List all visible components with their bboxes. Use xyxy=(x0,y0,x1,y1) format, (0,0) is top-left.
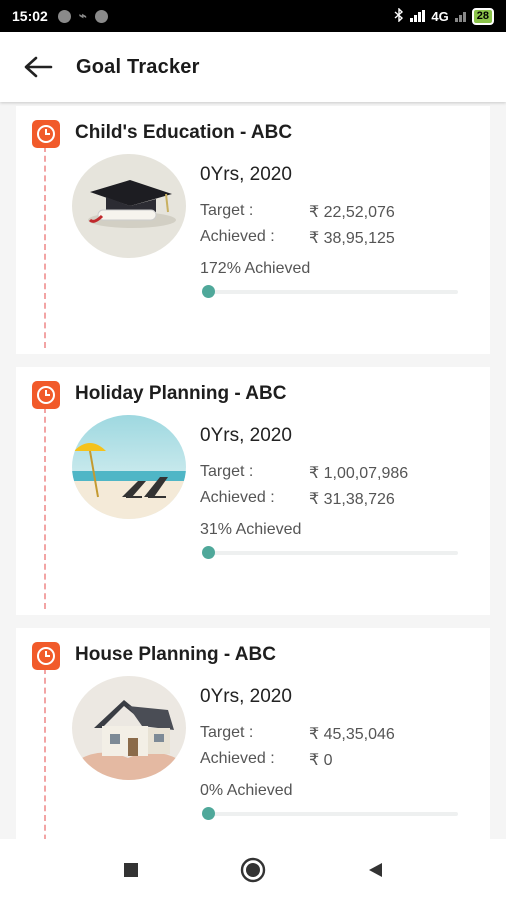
achieved-percent-text: 31% Achieved xyxy=(200,521,302,538)
home-circle-icon xyxy=(240,857,266,882)
target-label: Target : xyxy=(200,202,254,219)
achieved-label: Achieved : xyxy=(200,489,275,506)
recents-button[interactable] xyxy=(111,850,151,890)
progress-bar xyxy=(202,285,458,298)
app-bar: Goal Tracker xyxy=(0,32,506,102)
target-label: Target : xyxy=(200,724,254,741)
notification-dot-icon xyxy=(57,9,71,23)
goal-title: House Planning - ABC xyxy=(75,644,276,665)
house-image xyxy=(72,676,186,780)
signal-icon xyxy=(410,10,426,22)
goal-card[interactable]: Holiday Planning - ABC 0Yrs, 2020 Target… xyxy=(16,367,490,615)
timeline-line xyxy=(44,146,46,348)
achieved-value: ₹ 31,38,726 xyxy=(309,491,395,508)
clock-icon xyxy=(32,381,60,409)
back-button[interactable] xyxy=(18,47,58,87)
nav-back-button[interactable] xyxy=(355,850,395,890)
status-time: 15:02 xyxy=(12,8,48,24)
target-value: ₹ 45,35,046 xyxy=(309,726,395,743)
achieved-value: ₹ 38,95,125 xyxy=(309,230,395,247)
goal-year: 0Yrs, 2020 xyxy=(200,425,292,446)
recents-square-icon xyxy=(124,862,138,877)
achieved-label: Achieved : xyxy=(200,228,275,245)
achieved-value: ₹ 0 xyxy=(309,752,333,769)
achieved-percent-text: 172% Achieved xyxy=(200,260,311,277)
achieved-label: Achieved : xyxy=(200,750,275,767)
bluetooth-icon xyxy=(394,6,404,25)
progress-knob xyxy=(202,807,215,820)
network-type: 4G xyxy=(431,8,449,24)
home-button[interactable] xyxy=(233,850,273,890)
clock-icon xyxy=(32,642,60,670)
page-title: Goal Tracker xyxy=(76,55,200,78)
progress-knob xyxy=(202,285,215,298)
goal-title: Holiday Planning - ABC xyxy=(75,383,287,404)
signal-icon-2 xyxy=(454,10,466,22)
achieved-percent-text: 0% Achieved xyxy=(200,782,293,799)
back-triangle-icon xyxy=(369,862,382,877)
battery-icon: 28 xyxy=(471,7,494,25)
target-label: Target : xyxy=(200,463,254,480)
goal-card[interactable]: Child's Education - ABC 0Yrs, 2020 Targe… xyxy=(16,106,490,354)
goal-title: Child's Education - ABC xyxy=(75,122,293,143)
progress-bar xyxy=(202,807,458,820)
goal-card[interactable]: House Planning - ABC 0Yrs, 2020 Target :… xyxy=(16,628,490,839)
timeline-line xyxy=(44,407,46,609)
timeline-line xyxy=(44,668,46,839)
target-value: ₹ 22,52,076 xyxy=(309,204,395,221)
arrow-left-icon xyxy=(24,56,53,78)
usb-icon: ⌁ xyxy=(78,8,87,23)
goal-list[interactable]: Child's Education - ABC 0Yrs, 2020 Targe… xyxy=(0,102,506,839)
progress-bar xyxy=(202,546,458,559)
goal-year: 0Yrs, 2020 xyxy=(200,686,292,707)
notification-dot-icon xyxy=(94,9,108,23)
progress-knob xyxy=(202,546,215,559)
clock-icon xyxy=(32,120,60,148)
system-nav-bar xyxy=(0,839,506,900)
goal-year: 0Yrs, 2020 xyxy=(200,164,292,185)
beach-chairs-image xyxy=(72,415,186,519)
status-bar: 15:02 ⌁ 4G 28 xyxy=(0,0,506,32)
graduation-cap-image xyxy=(72,154,186,258)
target-value: ₹ 1,00,07,986 xyxy=(309,465,409,482)
